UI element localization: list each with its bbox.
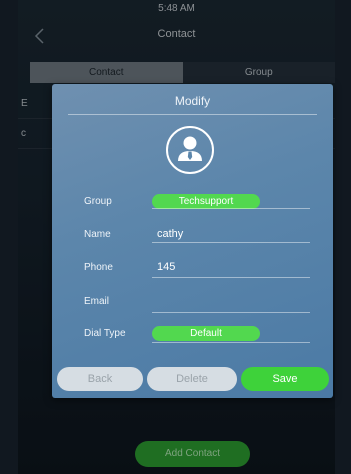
modify-dialog: Modify Group Techsupport Name cathy Phon… [52, 84, 333, 398]
dial-type-select[interactable]: Default [152, 326, 260, 341]
name-label: Name [84, 229, 111, 240]
save-button[interactable]: Save [241, 367, 329, 391]
phone-label: Phone [84, 262, 113, 273]
delete-button[interactable]: Delete [147, 367, 237, 391]
dialog-title: Modify [174, 94, 211, 108]
back-button[interactable]: Back [57, 367, 143, 391]
phone-field[interactable]: 145 [157, 261, 175, 273]
email-underline [152, 312, 310, 313]
group-underline [152, 208, 310, 209]
group-select[interactable]: Techsupport [152, 194, 260, 209]
dial-type-label: Dial Type [84, 328, 126, 339]
phone-underline [152, 277, 310, 278]
email-label: Email [84, 296, 110, 307]
name-field[interactable]: cathy [157, 228, 183, 240]
email-field[interactable] [157, 295, 307, 309]
person-with-tie-icon [178, 136, 202, 161]
name-underline [152, 242, 310, 243]
dialog-divider [68, 114, 317, 115]
add-contact-button[interactable]: Add Contact [135, 441, 250, 467]
dial-type-underline [152, 342, 310, 343]
avatar [166, 126, 214, 174]
group-label: Group [84, 196, 112, 207]
